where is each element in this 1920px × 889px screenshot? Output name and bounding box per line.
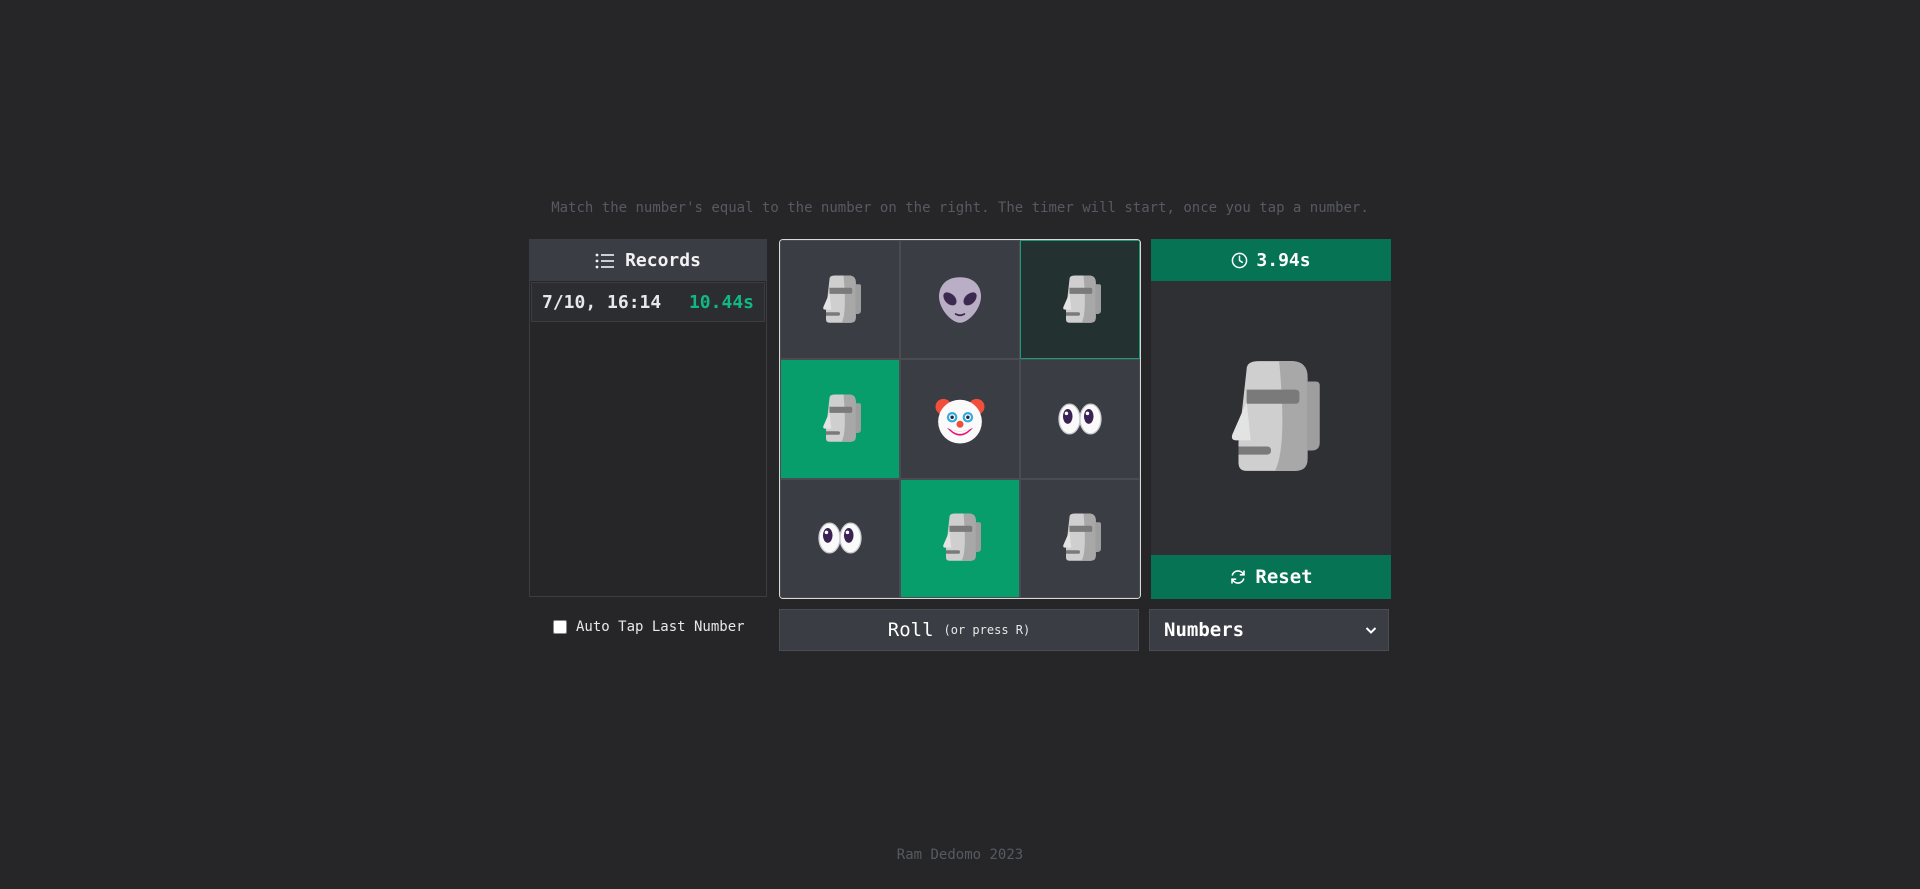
grid-cell-9[interactable] bbox=[1020, 478, 1140, 598]
timer: 3.94s bbox=[1151, 239, 1391, 281]
timer-value: 3.94s bbox=[1256, 249, 1311, 271]
moai-icon bbox=[1063, 513, 1101, 562]
mode-select[interactable]: Numbers bbox=[1149, 609, 1389, 651]
records-header: Records bbox=[530, 240, 766, 281]
grid-cell-5[interactable] bbox=[900, 359, 1020, 479]
list-icon bbox=[595, 253, 615, 268]
target-panel: 3.94s Reset bbox=[1151, 239, 1391, 599]
grid-cell-2[interactable] bbox=[900, 240, 1020, 360]
eyes-icon bbox=[1058, 403, 1102, 435]
auto-tap-checkbox[interactable] bbox=[553, 620, 567, 634]
auto-tap-label: Auto Tap Last Number bbox=[576, 619, 745, 635]
records-title: Records bbox=[625, 250, 701, 271]
record-time: 10.44s bbox=[688, 291, 754, 313]
game-grid bbox=[779, 239, 1141, 599]
auto-tap-option[interactable]: Auto Tap Last Number bbox=[553, 619, 745, 635]
moai-icon bbox=[1231, 361, 1320, 471]
clown-icon bbox=[935, 398, 985, 444]
roll-label: Roll bbox=[887, 619, 934, 641]
grid-cell-7[interactable] bbox=[780, 478, 900, 598]
eyes-icon bbox=[818, 522, 862, 554]
reset-button[interactable]: Reset bbox=[1151, 555, 1391, 599]
roll-button[interactable]: Roll (or press R) bbox=[779, 609, 1139, 651]
moai-icon bbox=[1063, 275, 1101, 323]
grid-cell-3[interactable] bbox=[1020, 240, 1140, 360]
footer-credit: Ram Dedomo 2023 bbox=[896, 847, 1024, 863]
grid-cell-8[interactable] bbox=[900, 478, 1020, 598]
grid-cell-4[interactable] bbox=[780, 359, 900, 479]
record-date: 7/10, 16:14 bbox=[542, 291, 662, 313]
instructions-text: Match the number's equal to the number o… bbox=[551, 200, 1369, 216]
records-panel: Records 7/10, 16:14 10.44s bbox=[529, 239, 767, 597]
target-display bbox=[1151, 281, 1391, 555]
moai-icon bbox=[943, 513, 981, 562]
grid-cell-6[interactable] bbox=[1020, 359, 1140, 479]
record-row: 7/10, 16:14 10.44s bbox=[531, 282, 765, 322]
alien-icon bbox=[938, 276, 982, 324]
reset-label: Reset bbox=[1255, 566, 1313, 588]
clock-icon bbox=[1232, 252, 1248, 268]
mode-selected-value: Numbers bbox=[1164, 619, 1245, 641]
roll-hint: (or press R) bbox=[943, 623, 1031, 637]
grid-cell-1[interactable] bbox=[780, 240, 900, 360]
refresh-icon bbox=[1231, 570, 1246, 584]
moai-icon bbox=[823, 275, 861, 323]
chevron-down-icon bbox=[1365, 627, 1377, 634]
moai-icon bbox=[823, 394, 861, 442]
